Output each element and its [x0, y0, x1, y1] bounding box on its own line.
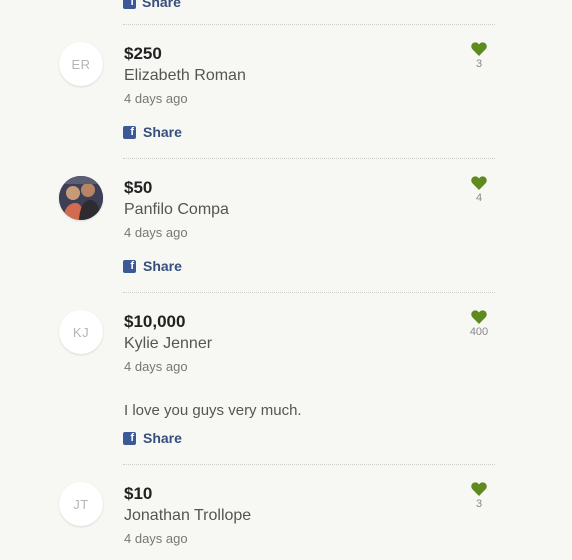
donation-amount: $50	[124, 178, 153, 197]
donation-comment: I love you guys very much.	[124, 402, 302, 419]
heart-icon	[471, 42, 487, 56]
heart-icon	[471, 482, 487, 496]
share-label: Share	[143, 124, 182, 140]
avatar: JT	[59, 482, 103, 526]
donation-amount: $10	[124, 484, 153, 503]
like-count: 400	[469, 326, 489, 338]
divider	[123, 464, 495, 465]
divider	[123, 24, 495, 25]
donation-time: 4 days ago	[124, 359, 188, 374]
donation-time: 4 days ago	[124, 91, 188, 106]
donation-amount: $250	[124, 44, 162, 63]
like-count: 3	[475, 58, 483, 70]
donation-item: KJ $10,000 Kylie Jenner 4 days ago I lov…	[0, 310, 572, 460]
donation-item: $50 Panfilo Compa 4 days ago f Share 4	[0, 176, 572, 291]
heart-icon	[471, 310, 487, 324]
donation-time: 4 days ago	[124, 531, 188, 546]
profile-photo-image	[59, 176, 103, 220]
donation-item: ER $250 Elizabeth Roman 4 days ago f Sha…	[0, 42, 572, 157]
donation-item: JT $10 Jonathan Trollope 4 days ago 3	[0, 482, 572, 560]
avatar: KJ	[59, 310, 103, 354]
share-label: Share	[143, 258, 182, 274]
share-button[interactable]: f Share	[123, 124, 182, 140]
donor-name: Panfilo Compa	[124, 201, 229, 218]
heart-icon	[471, 176, 487, 190]
donor-name: Jonathan Trollope	[124, 507, 252, 524]
like-count: 4	[475, 192, 483, 204]
like-button[interactable]: 4	[459, 176, 499, 204]
facebook-icon: f	[123, 0, 136, 9]
share-label: Share	[143, 430, 182, 446]
like-button[interactable]: 3	[459, 482, 499, 510]
donor-name: Elizabeth Roman	[124, 67, 246, 84]
facebook-icon: f	[123, 125, 136, 139]
divider	[123, 158, 495, 159]
like-count: 3	[475, 498, 483, 510]
share-button[interactable]: f Share	[123, 0, 181, 10]
like-button[interactable]: 3	[459, 42, 499, 70]
share-button[interactable]: f Share	[123, 430, 182, 446]
avatar-photo	[59, 176, 103, 220]
donation-time: 4 days ago	[124, 225, 188, 240]
share-button[interactable]: f Share	[123, 258, 182, 274]
donation-amount: $10,000	[124, 312, 186, 331]
like-button[interactable]: 400	[459, 310, 499, 338]
avatar: ER	[59, 42, 103, 86]
share-label: Share	[142, 0, 181, 10]
donor-name: Kylie Jenner	[124, 335, 213, 352]
divider	[123, 292, 495, 293]
facebook-icon: f	[123, 259, 136, 273]
facebook-icon: f	[123, 431, 136, 445]
